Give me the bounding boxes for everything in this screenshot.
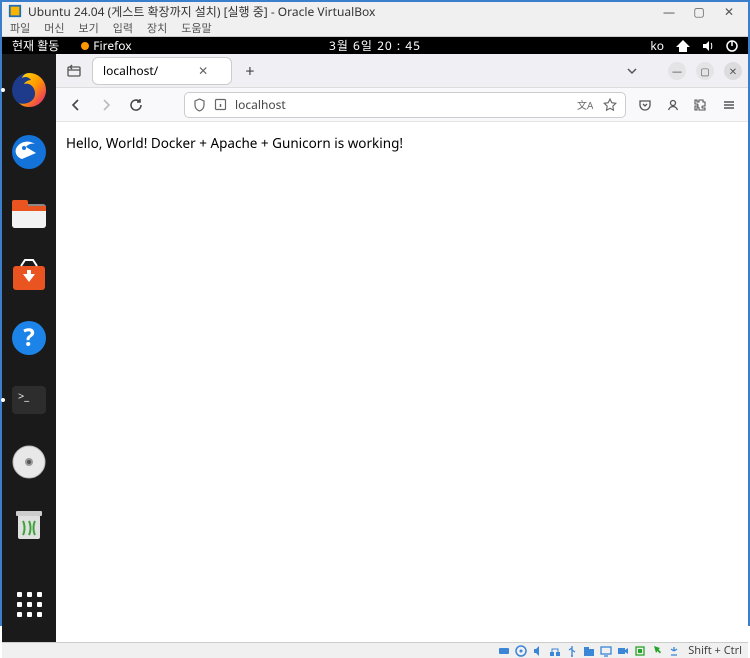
firefox-tabbar: localhost/ ✕ + — ▢ ✕	[56, 54, 748, 88]
status-hd-icon[interactable]	[497, 644, 511, 658]
dock-thunderbird[interactable]	[7, 130, 51, 174]
tab-title: localhost/	[103, 62, 158, 79]
help-icon: ?	[9, 318, 49, 358]
show-applications[interactable]	[7, 582, 51, 626]
disc-icon	[10, 443, 48, 481]
menu-button[interactable]	[720, 96, 738, 114]
menu-machine[interactable]: 머신	[44, 20, 64, 36]
browser-tab[interactable]: localhost/ ✕	[92, 57, 232, 85]
menu-help[interactable]: 도움말	[181, 20, 211, 36]
status-cpu-icon[interactable]	[633, 644, 647, 658]
trash-icon	[12, 505, 46, 543]
status-recording-icon[interactable]	[616, 644, 630, 658]
extensions-button[interactable]	[692, 96, 710, 114]
status-shared-icon[interactable]	[582, 644, 596, 658]
firefox-window: localhost/ ✕ + — ▢ ✕ localhost	[56, 54, 748, 642]
thunderbird-icon	[9, 132, 49, 172]
status-keyboard-icon[interactable]	[667, 644, 681, 658]
ubuntu-dock: ? >_	[2, 54, 56, 642]
account-button[interactable]	[664, 96, 682, 114]
url-text: localhost	[235, 96, 286, 113]
forward-button[interactable]	[96, 95, 116, 115]
maximize-button[interactable]: ▢	[686, 2, 712, 20]
menu-view[interactable]: 보기	[79, 20, 99, 36]
firefox-maximize-button[interactable]: ▢	[696, 62, 714, 80]
activities-button[interactable]: 현재 활동	[12, 37, 59, 54]
dock-files[interactable]	[7, 192, 51, 236]
chevron-down-icon[interactable]	[626, 65, 638, 77]
window-title: Ubuntu 24.04 (게스트 확장까지 설치) [실행 중] - Orac…	[28, 3, 652, 20]
url-bar[interactable]: localhost 文A	[184, 92, 626, 118]
dock-firefox[interactable]	[7, 68, 51, 112]
minimize-button[interactable]: —	[656, 2, 682, 20]
dock-help[interactable]: ?	[7, 316, 51, 360]
menu-devices[interactable]: 장치	[147, 20, 167, 36]
close-button[interactable]: ✕	[716, 2, 742, 20]
status-usb-icon[interactable]	[565, 644, 579, 658]
dock-trash[interactable]	[7, 502, 51, 546]
recent-browsing-button[interactable]	[62, 59, 86, 83]
volume-icon[interactable]	[702, 40, 714, 52]
guest-area: ? >_ localhost/ ✕ + —	[2, 54, 748, 642]
topbar-right: ko	[650, 37, 738, 54]
virtualbox-icon	[8, 4, 22, 18]
dock-software[interactable]	[7, 254, 51, 298]
reload-button[interactable]	[126, 95, 146, 115]
back-button[interactable]	[66, 95, 86, 115]
site-info-icon[interactable]	[214, 98, 227, 111]
page-body-text: Hello, World! Docker + Apache + Gunicorn…	[66, 134, 403, 152]
firefox-toolbar: localhost 文A	[56, 88, 748, 122]
power-icon[interactable]	[726, 40, 738, 52]
page-content: Hello, World! Docker + Apache + Gunicorn…	[56, 122, 748, 642]
translate-icon[interactable]: 文A	[577, 98, 593, 112]
network-icon[interactable]	[676, 40, 690, 52]
svg-text:文A: 文A	[577, 98, 593, 112]
firefox-icon	[9, 70, 49, 110]
menu-file[interactable]: 파일	[10, 20, 30, 36]
new-tab-button[interactable]: +	[238, 59, 262, 83]
software-icon	[9, 256, 49, 296]
topbar-appname[interactable]: Firefox	[81, 37, 131, 54]
files-icon	[9, 196, 49, 232]
shield-icon[interactable]	[193, 98, 206, 112]
svg-text:?: ?	[23, 321, 34, 354]
ubuntu-topbar: 현재 활동 Firefox 3월 6일 20 : 45 ko	[2, 37, 748, 54]
topbar-appname-label: Firefox	[93, 37, 131, 54]
status-network-icon[interactable]	[548, 644, 562, 658]
dock-terminal[interactable]: >_	[7, 378, 51, 422]
firefox-window-controls: — ▢ ✕	[668, 62, 742, 80]
terminal-icon: >_	[9, 383, 49, 417]
close-tab-button[interactable]: ✕	[198, 62, 208, 79]
firefox-dot-icon	[81, 42, 89, 50]
virtualbox-menubar: 파일 머신 보기 입력 장치 도움말	[2, 20, 748, 37]
virtualbox-statusbar: Shift + Ctrl	[2, 642, 748, 658]
menu-input[interactable]: 입력	[113, 20, 133, 36]
virtualbox-titlebar: Ubuntu 24.04 (게스트 확장까지 설치) [실행 중] - Orac…	[2, 2, 748, 20]
topbar-clock[interactable]: 3월 6일 20 : 45	[329, 37, 421, 54]
pocket-button[interactable]	[636, 96, 654, 114]
host-key-label: Shift + Ctrl	[688, 643, 742, 658]
dock-disc[interactable]	[7, 440, 51, 484]
firefox-close-button[interactable]: ✕	[724, 62, 742, 80]
status-optical-icon[interactable]	[514, 644, 528, 658]
recent-icon	[67, 64, 81, 78]
status-mouse-icon[interactable]	[650, 644, 664, 658]
status-audio-icon[interactable]	[531, 644, 545, 658]
svg-text:>_: >_	[18, 389, 29, 404]
status-display-icon[interactable]	[599, 644, 613, 658]
bookmark-star-icon[interactable]	[603, 98, 617, 112]
firefox-minimize-button[interactable]: —	[668, 62, 686, 80]
input-indicator[interactable]: ko	[650, 37, 664, 54]
